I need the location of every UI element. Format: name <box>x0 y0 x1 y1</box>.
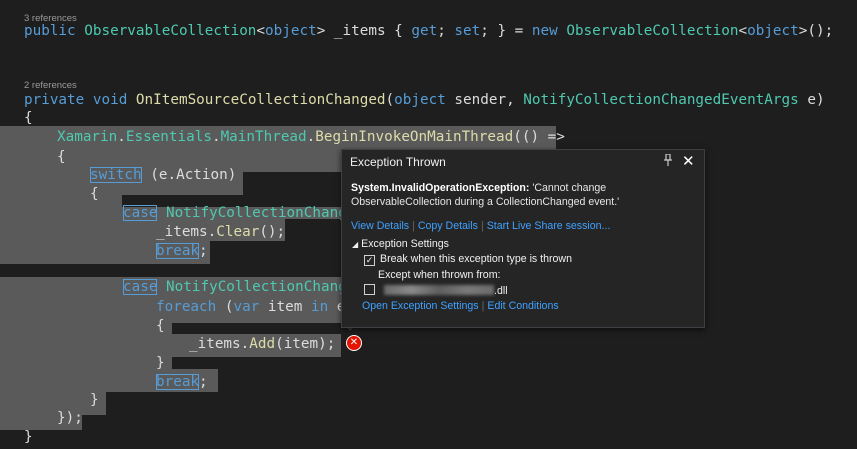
code-token: item <box>259 299 311 315</box>
type-name: ObservableCollection <box>566 23 739 39</box>
code-line-brace[interactable]: { <box>156 315 165 338</box>
keyword: switch <box>90 167 142 183</box>
method-name: OnItemSourceCollectionChanged <box>135 92 386 108</box>
copy-details-link[interactable]: Copy Details <box>418 220 478 232</box>
code-line-brace[interactable]: } <box>90 389 99 412</box>
keyword: in <box>310 299 329 315</box>
type-name: ObservableCollection <box>84 23 257 39</box>
code-line-switch[interactable]: switch (e.Action) <box>90 164 236 187</box>
break-when-thrown-option[interactable]: ✓ Break when this exception type is throw… <box>364 253 572 266</box>
keyword: foreach <box>156 299 217 315</box>
code-line-handler-signature[interactable]: private void OnItemSourceCollectionChang… <box>24 89 825 112</box>
error-icon[interactable]: ✕ <box>346 335 362 351</box>
code-token: ; <box>199 374 208 390</box>
redacted-module-name <box>384 285 494 295</box>
break-when-thrown-checkbox[interactable]: ✓ <box>364 255 375 266</box>
collapse-triangle-icon[interactable]: ◢ <box>352 240 358 249</box>
exception-settings-header[interactable]: ◢ Exception Settings <box>352 238 449 250</box>
exception-message: System.InvalidOperationException: 'Canno… <box>351 181 661 209</box>
code-line-invoke[interactable]: Xamarin.Essentials.MainThread.BeginInvok… <box>57 126 565 149</box>
code-token: . <box>117 129 126 145</box>
type-name: NotifyCollectionChange <box>166 205 356 221</box>
method-name: BeginInvokeOnMainThread <box>315 129 514 145</box>
code-line-break[interactable]: break; <box>156 371 208 394</box>
code-token: ( <box>216 299 234 315</box>
code-token: (() => <box>513 129 565 145</box>
dll-suffix: .dll <box>494 285 508 297</box>
keyword: new <box>531 23 558 39</box>
link-separator: | <box>480 220 484 232</box>
popup-title: Exception Thrown <box>350 155 446 169</box>
code-token: > _items { <box>316 23 412 39</box>
type-name: NotifyCollectionChangedEventArgs <box>523 92 799 108</box>
edit-conditions-link[interactable]: Edit Conditions <box>487 300 558 312</box>
code-token: . <box>306 129 316 145</box>
keyword: object <box>265 23 317 39</box>
code-line-brace[interactable]: { <box>90 183 99 206</box>
type-name: Essentials <box>125 129 212 145</box>
code-token: (); <box>259 224 286 240</box>
code-token: (e.Action) <box>141 167 237 183</box>
live-share-link[interactable]: Start Live Share session... <box>487 220 611 232</box>
keyword: object <box>747 23 799 39</box>
exception-type: System.InvalidOperationException: <box>351 182 530 194</box>
code-line-foreach[interactable]: foreach (var item in e <box>156 296 345 319</box>
keyword: var <box>233 299 260 315</box>
method-name: Add <box>249 336 276 352</box>
code-token: >(); <box>798 23 834 39</box>
except-when-label: Except when thrown from: <box>378 269 501 281</box>
code-line-brace[interactable]: { <box>24 107 33 130</box>
code-line-add[interactable]: _items.Add(item); <box>189 333 335 356</box>
code-token: _items. <box>189 336 250 352</box>
exception-settings-label: Exception Settings <box>361 238 449 250</box>
code-token: < <box>256 23 266 39</box>
keyword: public <box>24 23 76 39</box>
open-exception-settings-link[interactable]: Open Exception Settings <box>362 300 479 312</box>
keyword: case <box>123 279 158 295</box>
code-line-break[interactable]: break; <box>156 240 208 263</box>
exception-settings-links: Open Exception Settings | Edit Conditions <box>362 300 559 312</box>
exception-links: View Details | Copy Details | Start Live Sha… <box>351 220 610 232</box>
close-icon[interactable]: ✕ <box>682 152 695 170</box>
code-token: ( <box>385 92 395 108</box>
link-separator: | <box>412 220 415 232</box>
code-token: ; <box>437 23 455 39</box>
keyword: get <box>411 23 438 39</box>
view-details-link[interactable]: View Details <box>351 220 409 232</box>
break-when-thrown-label: Break when this exception type is thrown <box>380 253 572 265</box>
keyword: private <box>24 92 85 108</box>
selection-highlight <box>0 346 172 369</box>
except-module-option[interactable]: .dll <box>364 284 508 297</box>
method-name: Clear <box>216 224 260 240</box>
code-token: . <box>211 129 221 145</box>
exception-popup: Exception Thrown ✕ System.InvalidOperati… <box>341 149 705 328</box>
code-line-brace[interactable]: { <box>57 146 66 169</box>
code-token: e) <box>798 92 825 108</box>
type-name: MainThread <box>220 129 307 145</box>
keyword: set <box>454 23 481 39</box>
code-token: < <box>738 23 748 39</box>
code-token: ; <box>199 243 208 259</box>
keyword: case <box>123 205 158 221</box>
keyword: object <box>394 92 446 108</box>
except-module-checkbox[interactable] <box>364 284 375 295</box>
code-line-brace[interactable]: }); <box>57 407 83 430</box>
keyword: break <box>156 374 200 390</box>
code-token: _items. <box>156 224 217 240</box>
keyword: void <box>92 92 128 108</box>
code-line-items-declaration[interactable]: public ObservableCollection<object> _ite… <box>24 20 833 43</box>
type-name: NotifyCollectionChange <box>166 279 356 295</box>
pin-icon[interactable] <box>664 153 672 169</box>
code-line-brace[interactable]: } <box>24 426 33 449</box>
code-token: (item); <box>275 336 336 352</box>
type-name: Xamarin <box>57 129 118 145</box>
code-token: ; } = <box>480 23 532 39</box>
code-token: sender, <box>445 92 524 108</box>
keyword: break <box>156 243 200 259</box>
